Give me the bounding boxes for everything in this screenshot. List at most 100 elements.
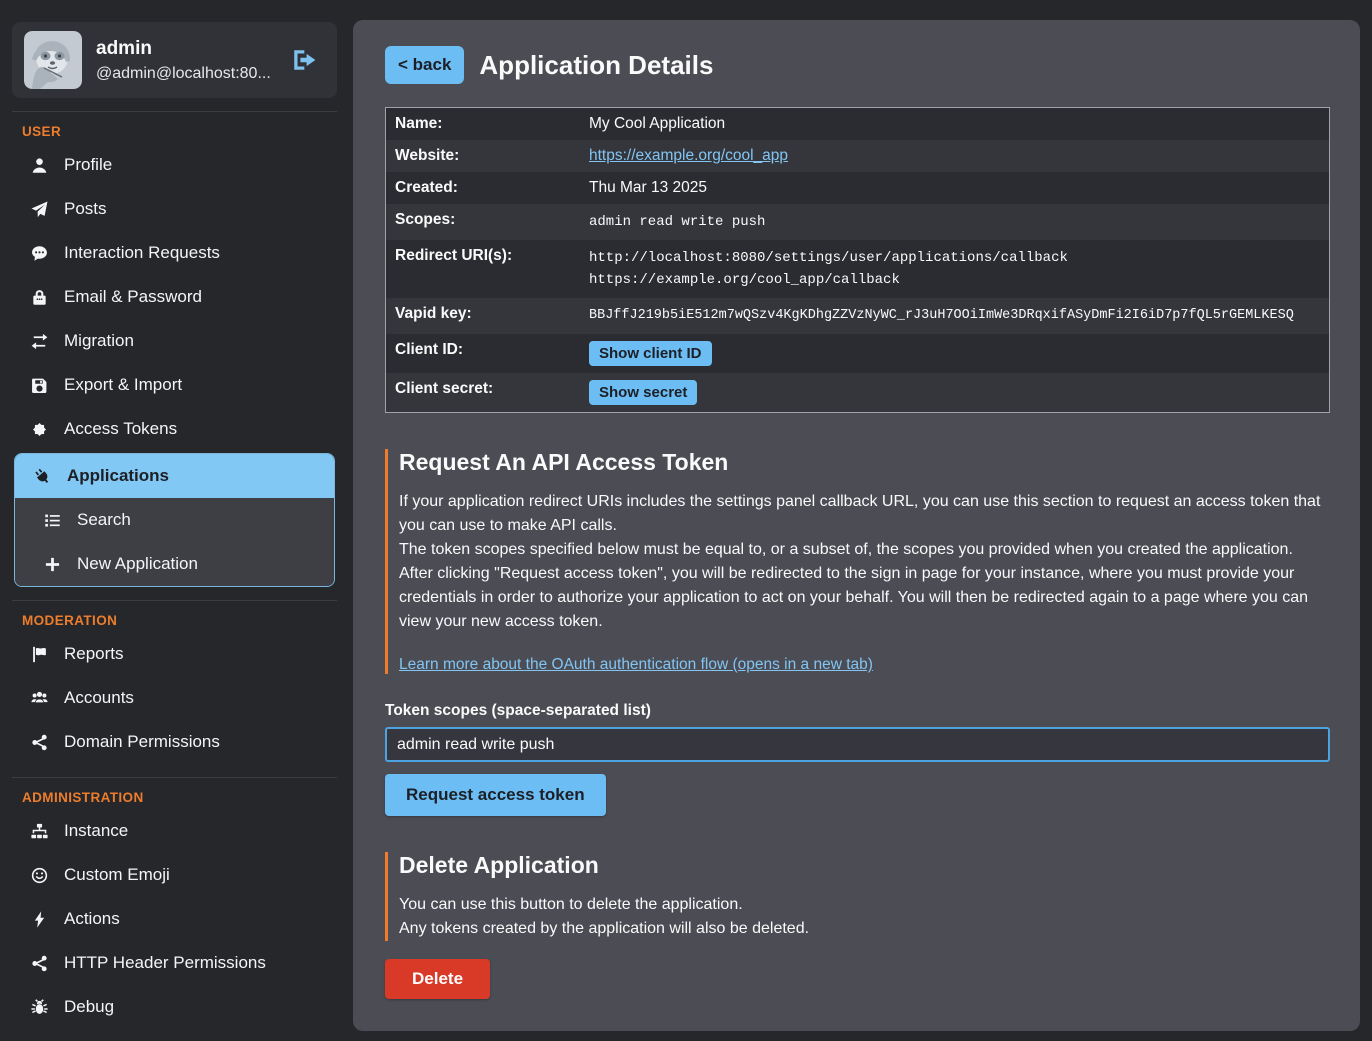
bug-icon — [31, 999, 48, 1016]
sidebar-item-label: Interaction Requests — [64, 243, 220, 263]
sidebar-item-reports[interactable]: Reports — [12, 632, 337, 676]
sidebar-item-new-application[interactable]: New Application — [15, 542, 334, 586]
sidebar-item-label: Custom Emoji — [64, 865, 170, 885]
application-details-table: Name: My Cool Application Website: https… — [385, 107, 1330, 413]
users-icon — [31, 690, 48, 707]
list-icon — [44, 512, 61, 529]
sidebar-item-export-import[interactable]: Export & Import — [12, 363, 337, 407]
delete-application-button[interactable]: Delete — [385, 959, 490, 999]
plus-icon — [44, 556, 61, 573]
detail-value: Thu Mar 13 2025 — [580, 172, 1330, 204]
sidebar-item-instance[interactable]: Instance — [12, 809, 337, 853]
main-panel: < back Application Details Name: My Cool… — [353, 20, 1360, 1031]
sidebar-item-label: Export & Import — [64, 375, 182, 395]
sidebar-item-email-password[interactable]: Email & Password — [12, 275, 337, 319]
detail-label: Name: — [386, 108, 581, 141]
display-name: admin — [96, 38, 277, 60]
detail-row-created: Created: Thu Mar 13 2025 — [386, 172, 1330, 204]
detail-value: BBJffJ219b5iE512m7wQSzv4KgKDhgZZVzNyWC_r… — [580, 298, 1330, 334]
sidebar-item-label: Posts — [64, 199, 107, 219]
sidebar-item-label: Accounts — [64, 688, 134, 708]
detail-label: Vapid key: — [386, 298, 581, 334]
delete-section-description: Delete Application You can use this butt… — [385, 852, 1330, 941]
sidebar-item-custom-emoji[interactable]: Custom Emoji — [12, 853, 337, 897]
sign-out-icon[interactable] — [291, 47, 317, 73]
sidebar-item-actions[interactable]: Actions — [12, 897, 337, 941]
detail-row-client-secret: Client secret: Show secret — [386, 373, 1330, 413]
sidebar-item-label: Profile — [64, 155, 112, 175]
detail-label: Client secret: — [386, 373, 581, 413]
sidebar-item-label: Actions — [64, 909, 120, 929]
sidebar-item-applications-search[interactable]: Search — [15, 498, 334, 542]
token-section: Request An API Access Token If your appl… — [385, 449, 1330, 816]
detail-row-website: Website: https://example.org/cool_app — [386, 140, 1330, 172]
detail-row-client-id: Client ID: Show client ID — [386, 334, 1330, 373]
lock-icon — [31, 289, 48, 306]
oauth-docs-link[interactable]: Learn more about the OAuth authenticatio… — [399, 656, 873, 674]
sidebar-item-accounts[interactable]: Accounts — [12, 676, 337, 720]
detail-row-vapid-key: Vapid key: BBJffJ219b5iE512m7wQSzv4KgKDh… — [386, 298, 1330, 334]
sidebar-item-label: Migration — [64, 331, 134, 351]
sidebar-item-label: Applications — [67, 466, 169, 486]
sidebar-item-http-header-permissions[interactable]: HTTP Header Permissions — [12, 941, 337, 985]
token-paragraph: If your application redirect URIs includ… — [399, 490, 1330, 538]
website-link[interactable]: https://example.org/cool_app — [589, 147, 788, 164]
token-scopes-input[interactable] — [385, 727, 1330, 762]
page-title: Application Details — [479, 50, 713, 81]
detail-label: Redirect URI(s): — [386, 240, 581, 298]
token-paragraph: After clicking "Request access token", y… — [399, 562, 1330, 634]
page-header: < back Application Details — [385, 46, 1330, 84]
detail-value: My Cool Application — [580, 108, 1330, 141]
user-handle: @admin@localhost:80... — [96, 65, 277, 83]
detail-row-scopes: Scopes: admin read write push — [386, 204, 1330, 240]
sidebar-item-label: Email & Password — [64, 287, 202, 307]
paper-plane-icon — [31, 201, 48, 218]
token-section-title: Request An API Access Token — [399, 449, 1330, 476]
show-client-id-button[interactable]: Show client ID — [589, 341, 712, 366]
request-access-token-button[interactable]: Request access token — [385, 774, 606, 816]
delete-section: Delete Application You can use this butt… — [385, 852, 1330, 999]
user-names: admin @admin@localhost:80... — [96, 38, 277, 83]
smiley-icon — [31, 867, 48, 884]
detail-label: Client ID: — [386, 334, 581, 373]
sidebar-item-domain-permissions[interactable]: Domain Permissions — [12, 720, 337, 764]
sidebar-item-access-tokens[interactable]: Access Tokens — [12, 407, 337, 451]
share-nodes-icon — [31, 955, 48, 972]
sidebar-item-posts[interactable]: Posts — [12, 187, 337, 231]
sidebar-item-label: New Application — [77, 554, 198, 574]
sidebar-item-label: Instance — [64, 821, 128, 841]
sidebar-item-applications[interactable]: Applications — [15, 454, 334, 498]
sidebar-item-profile[interactable]: Profile — [12, 143, 337, 187]
sidebar-divider — [12, 777, 337, 778]
detail-row-name: Name: My Cool Application — [386, 108, 1330, 141]
back-button[interactable]: < back — [385, 46, 464, 84]
plug-icon — [34, 468, 51, 485]
sitemap-icon — [31, 823, 48, 840]
redirect-uri: http://localhost:8080/settings/user/appl… — [589, 247, 1320, 269]
sidebar-section-administration: ADMINISTRATION — [22, 790, 337, 805]
bolt-icon — [31, 911, 48, 928]
show-secret-button[interactable]: Show secret — [589, 380, 697, 405]
sidebar-item-label: Debug — [64, 997, 114, 1017]
sidebar-item-debug[interactable]: Debug — [12, 985, 337, 1029]
delete-paragraph: You can use this button to delete the ap… — [399, 893, 1330, 917]
sidebar-item-label: Search — [77, 510, 131, 530]
detail-value: http://localhost:8080/settings/user/appl… — [580, 240, 1330, 298]
redirect-uri: https://example.org/cool_app/callback — [589, 269, 1320, 291]
user-card[interactable]: admin @admin@localhost:80... — [12, 22, 337, 98]
sidebar-divider — [12, 111, 337, 112]
applications-group: Applications Search New Application — [14, 453, 335, 587]
sidebar-item-interaction-requests[interactable]: Interaction Requests — [12, 231, 337, 275]
sidebar-item-label: Reports — [64, 644, 124, 664]
floppy-disk-icon — [31, 377, 48, 394]
transfer-arrows-icon — [31, 333, 48, 350]
applications-submenu: Search New Application — [15, 498, 334, 586]
sidebar-item-label: Access Tokens — [64, 419, 177, 439]
sidebar-item-label: Domain Permissions — [64, 732, 220, 752]
sidebar-section-moderation: MODERATION — [22, 613, 337, 628]
sidebar-item-migration[interactable]: Migration — [12, 319, 337, 363]
detail-value: admin read write push — [580, 204, 1330, 240]
share-nodes-icon — [31, 734, 48, 751]
token-section-description: Request An API Access Token If your appl… — [385, 449, 1330, 674]
user-icon — [31, 157, 48, 174]
